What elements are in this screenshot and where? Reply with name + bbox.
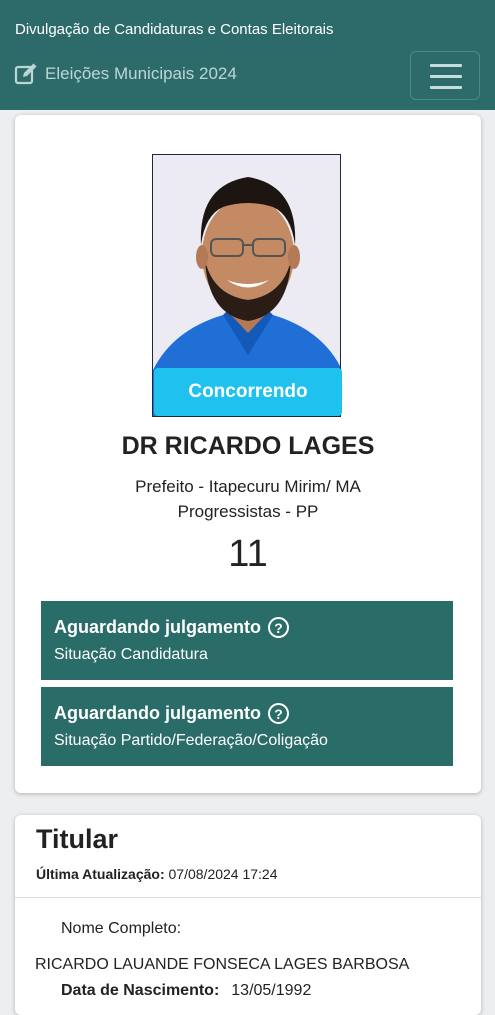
help-icon[interactable]: ? <box>268 617 289 638</box>
candidacy-status-badge: Concorrendo <box>154 368 342 416</box>
site-title[interactable]: Divulgação de Candidaturas e Contas Elei… <box>15 21 334 38</box>
candidacy-situation-title: Aguardando julgamento <box>54 617 261 637</box>
top-navbar: Divulgação de Candidaturas e Contas Elei… <box>0 0 495 110</box>
last-update: Última Atualização: 07/08/2024 17:24 <box>36 866 278 882</box>
election-brand[interactable]: Eleições Municipais 2024 <box>14 62 237 86</box>
candidate-card: Concorrendo DR RICARDO LAGES Prefeito - … <box>15 115 481 793</box>
edit-icon <box>14 62 38 86</box>
last-update-label: Última Atualização: <box>36 866 165 882</box>
candidate-party: Progressistas - PP <box>177 502 319 521</box>
full-name-value: RICARDO LAUANDE FONSECA LAGES BARBOSA <box>35 956 410 973</box>
election-label: Eleições Municipais 2024 <box>45 64 237 83</box>
titular-heading: Titular <box>36 824 119 854</box>
party-situation-title: Aguardando julgamento <box>54 703 261 723</box>
menu-toggle-button[interactable] <box>410 51 480 100</box>
divider <box>15 897 481 898</box>
titular-card: Titular Última Atualização: 07/08/2024 1… <box>15 815 481 1015</box>
help-icon[interactable]: ? <box>268 703 289 724</box>
full-name-label: Nome Completo: <box>61 920 182 937</box>
birth-date-value: 13/05/1992 <box>231 982 312 999</box>
birth-date-label: Data de Nascimento: <box>61 982 220 999</box>
candidacy-situation-subtitle: Situação Candidatura <box>54 646 208 663</box>
last-update-value: 07/08/2024 17:24 <box>168 866 278 882</box>
party-situation-box: Aguardando julgamento ? Situação Partido… <box>41 687 453 766</box>
candidate-number: 11 <box>228 533 268 575</box>
candidate-office: Prefeito - Itapecuru Mirim/ MA <box>135 477 361 496</box>
candidacy-situation-box: Aguardando julgamento ? Situação Candida… <box>41 601 453 680</box>
party-situation-subtitle: Situação Partido/Federação/Coligação <box>54 732 328 749</box>
candidate-name: DR RICARDO LAGES <box>121 432 375 460</box>
birth-date-row: Data de Nascimento: 13/05/1992 <box>61 982 311 1000</box>
